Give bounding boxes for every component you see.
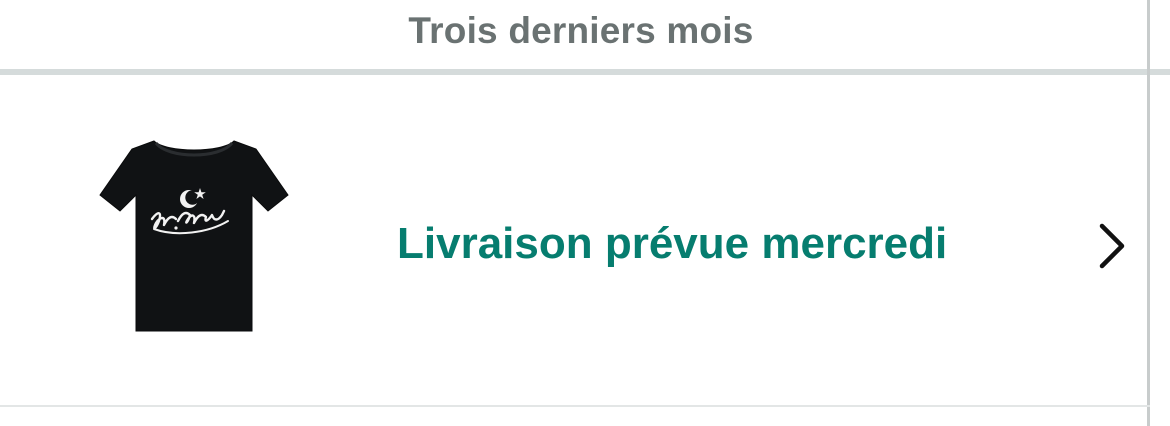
- chevron-right-icon[interactable]: [1092, 218, 1132, 274]
- section-title: Trois derniers mois: [408, 10, 754, 51]
- order-row[interactable]: Livraison prévue mercredi: [0, 75, 1150, 405]
- section-header: Trois derniers mois: [0, 0, 1170, 70]
- row-divider: [0, 405, 1150, 407]
- product-thumbnail: [96, 137, 292, 337]
- delivery-status: Livraison prévue mercredi: [397, 219, 948, 268]
